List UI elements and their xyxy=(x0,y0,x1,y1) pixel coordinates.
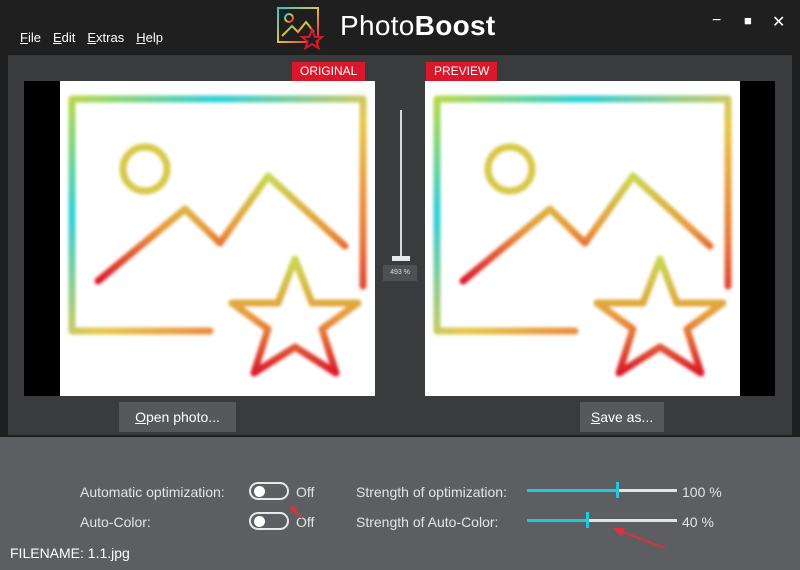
menu-extras[interactable]: Extras xyxy=(87,30,124,45)
app-title-part2: Boost xyxy=(414,10,496,41)
menu-file[interactable]: File xyxy=(20,30,41,45)
filename-label: FILENAME: 1.1.jpg xyxy=(10,545,130,561)
menu-edit[interactable]: Edit xyxy=(53,30,75,45)
photoboost-logo-icon xyxy=(277,7,324,50)
image-star-icon xyxy=(433,95,732,377)
original-tag: ORIGINAL xyxy=(292,62,366,81)
strength-autocolor-value: 40 % xyxy=(682,514,714,530)
strength-optimization-value: 100 % xyxy=(682,484,722,500)
app-title: PhotoBoost xyxy=(340,10,496,42)
preview-tag: PREVIEW xyxy=(426,62,498,81)
menu-help[interactable]: Help xyxy=(136,30,163,45)
toggle-knob xyxy=(254,486,265,497)
auto-color-label: Auto-Color: xyxy=(80,514,151,530)
strength-optimization-label: Strength of optimization: xyxy=(356,484,507,500)
strength-autocolor-thumb[interactable] xyxy=(586,512,589,528)
menu-bar: File Edit Extras Help xyxy=(20,30,175,45)
zoom-slider-thumb[interactable] xyxy=(392,256,410,261)
minimize-button[interactable]: − xyxy=(712,12,721,30)
zoom-slider-track[interactable] xyxy=(400,110,402,260)
preview-image xyxy=(425,81,740,396)
strength-optimization-fill xyxy=(527,489,617,492)
auto-optimization-label: Automatic optimization: xyxy=(80,484,225,500)
toggle-knob xyxy=(254,516,265,527)
original-image xyxy=(60,81,375,396)
open-photo-button[interactable]: Open photo... xyxy=(119,402,236,432)
strength-autocolor-label: Strength of Auto-Color: xyxy=(356,514,499,530)
arrow-annotation-icon xyxy=(290,506,303,519)
image-star-icon xyxy=(68,95,367,377)
close-button[interactable]: ✕ xyxy=(772,12,785,32)
auto-optimization-state: Off xyxy=(296,484,315,500)
auto-optimization-toggle[interactable] xyxy=(249,482,289,500)
strength-autocolor-fill xyxy=(527,519,587,522)
save-as-button[interactable]: Save as... xyxy=(580,402,664,432)
strength-optimization-track[interactable] xyxy=(527,489,677,492)
strength-optimization-thumb[interactable] xyxy=(616,482,619,498)
app-title-part1: Photo xyxy=(340,10,415,41)
arrow-annotation-icon xyxy=(613,528,666,549)
maximize-button[interactable]: ■ xyxy=(744,13,752,28)
zoom-label: 493 % xyxy=(383,265,417,281)
